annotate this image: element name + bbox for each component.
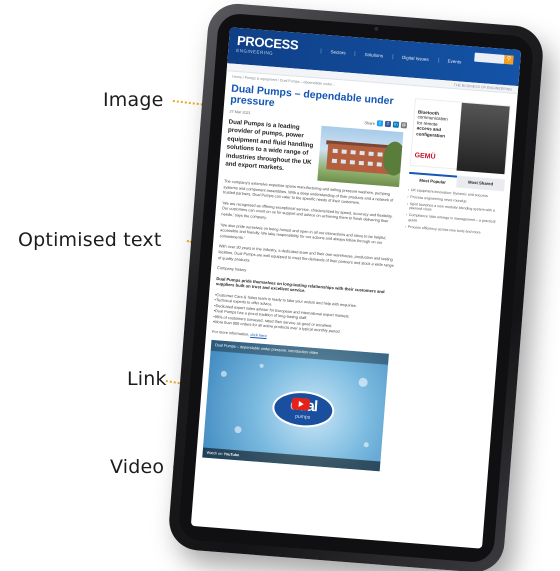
ad-device-image <box>456 102 510 175</box>
camera-icon <box>374 26 379 31</box>
tablet-device: PROCESS ENGINEERING Sectors Solutions Di… <box>167 1 545 571</box>
video-player[interactable]: Dual Pumps – dependable under pressure, … <box>202 340 389 472</box>
twitter-icon[interactable]: t <box>376 120 384 127</box>
tablet-bezel: PROCESS ENGINEERING Sectors Solutions Di… <box>177 12 535 564</box>
nav-item-events[interactable]: Events <box>437 57 471 66</box>
nav-item-digital-issues[interactable]: Digital Issues <box>391 54 438 63</box>
article: Dual Pumps – dependable under pressure 2… <box>202 83 409 472</box>
article-image <box>317 125 404 188</box>
search-input[interactable] <box>474 52 505 64</box>
more-info-prefix: For more information, <box>211 329 250 338</box>
email-icon[interactable]: @ <box>400 122 408 129</box>
play-icon[interactable] <box>291 397 311 412</box>
youtube-label: YouTube <box>223 452 240 458</box>
callout-video-label: Video <box>110 456 165 478</box>
callout-image-label: Image <box>103 89 164 111</box>
linkedin-icon[interactable]: in <box>392 121 400 128</box>
main-nav: Sectors Solutions Digital Issues Events <box>320 48 471 66</box>
article-lead-text: Dual Pumps is a leading provider of pump… <box>225 118 314 173</box>
share-bar: Share t f in @ <box>364 119 408 129</box>
tab-most-popular[interactable]: Most Popular <box>408 171 458 188</box>
popular-list: UK equipment innovation: Dynamic and suc… <box>405 188 504 237</box>
more-info-link[interactable]: click here <box>250 332 267 338</box>
nav-item-sectors[interactable]: Sectors <box>320 48 355 57</box>
watch-on-label: Watch on <box>206 451 223 457</box>
ad-text: Bluetooth communication for remote acces… <box>416 109 458 139</box>
sidebar: Bluetooth communication for remote acces… <box>405 98 511 239</box>
video-footer[interactable]: Watch on YouTube <box>202 447 381 472</box>
callout-optimised-text-label: Optimised text <box>18 229 162 251</box>
illustration: Image Optimised text Link Video PROCESS … <box>0 0 560 571</box>
ad-brand: GEMÜ <box>414 152 436 161</box>
tab-most-shared[interactable]: Most Shared <box>456 175 505 192</box>
article-date: 27 Mar 2021 <box>229 109 251 116</box>
search-icon[interactable]: ⚲ <box>504 54 514 65</box>
article-lead: Dual Pumps is a leading provider of pump… <box>225 119 407 188</box>
nav-item-solutions[interactable]: Solutions <box>354 51 393 60</box>
sidebar-ad[interactable]: Bluetooth communication for remote acces… <box>409 98 511 175</box>
callout-link-label: Link <box>127 368 167 390</box>
tablet-screen: PROCESS ENGINEERING Sectors Solutions Di… <box>190 27 522 549</box>
share-label: Share <box>364 119 376 126</box>
facebook-icon[interactable]: f <box>384 120 392 128</box>
